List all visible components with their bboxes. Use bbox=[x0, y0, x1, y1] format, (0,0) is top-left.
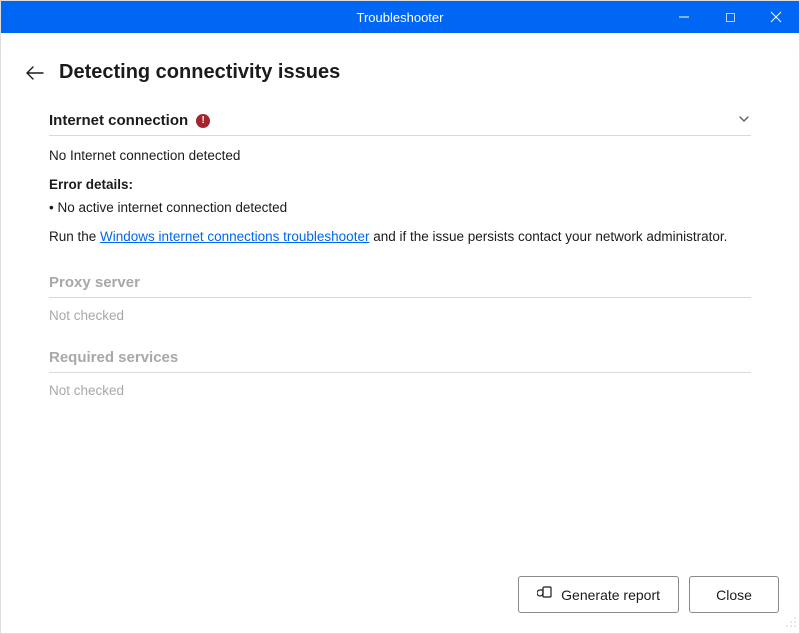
resize-grip-icon[interactable] bbox=[785, 615, 797, 631]
run-troubleshooter-sentence: Run the Windows internet connections tro… bbox=[49, 227, 751, 248]
error-badge-icon: ! bbox=[196, 114, 210, 128]
section-proxy-server: Proxy server Not checked bbox=[49, 274, 751, 323]
close-label: Close bbox=[716, 587, 752, 603]
window-title: Troubleshooter bbox=[357, 10, 444, 25]
section-title-internet: Internet connection bbox=[49, 112, 188, 129]
services-status: Not checked bbox=[49, 383, 751, 398]
section-internet-connection: Internet connection ! No Internet connec… bbox=[49, 112, 751, 248]
window-controls bbox=[661, 1, 799, 33]
internet-summary: No Internet connection detected bbox=[49, 146, 751, 167]
generate-report-button[interactable]: Generate report bbox=[518, 576, 679, 613]
close-window-button[interactable] bbox=[753, 1, 799, 33]
page-title: Detecting connectivity issues bbox=[59, 61, 340, 84]
section-header-internet[interactable]: Internet connection ! bbox=[49, 112, 751, 136]
titlebar: Troubleshooter bbox=[1, 1, 799, 33]
back-arrow-icon[interactable] bbox=[25, 63, 45, 83]
footer-actions: Generate report Close bbox=[518, 576, 779, 613]
sections-panel: Internet connection ! No Internet connec… bbox=[19, 112, 781, 398]
run-suffix: and if the issue persists contact your n… bbox=[369, 229, 727, 244]
windows-troubleshooter-link[interactable]: Windows internet connections troubleshoo… bbox=[100, 229, 369, 244]
run-prefix: Run the bbox=[49, 229, 100, 244]
chevron-down-icon[interactable] bbox=[737, 112, 751, 129]
section-title-services: Required services bbox=[49, 349, 178, 366]
maximize-button[interactable] bbox=[707, 1, 753, 33]
proxy-status: Not checked bbox=[49, 308, 751, 323]
section-title-proxy: Proxy server bbox=[49, 274, 140, 291]
minimize-button[interactable] bbox=[661, 1, 707, 33]
generate-report-label: Generate report bbox=[561, 587, 660, 603]
section-header-services[interactable]: Required services bbox=[49, 349, 751, 373]
content-area: Detecting connectivity issues Internet c… bbox=[1, 33, 799, 398]
section-header-proxy[interactable]: Proxy server bbox=[49, 274, 751, 298]
page-header: Detecting connectivity issues bbox=[19, 61, 781, 84]
close-button[interactable]: Close bbox=[689, 576, 779, 613]
error-details-label: Error details: bbox=[49, 175, 751, 196]
section-body-internet: No Internet connection detected Error de… bbox=[49, 136, 751, 248]
report-icon bbox=[537, 585, 553, 604]
error-bullet-1: • No active internet connection detected bbox=[49, 198, 751, 219]
section-required-services: Required services Not checked bbox=[49, 349, 751, 398]
